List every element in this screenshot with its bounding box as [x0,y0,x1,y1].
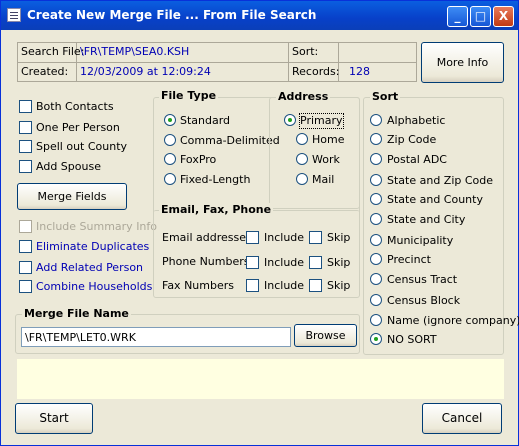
merge-file-title: Merge File Name [22,307,131,320]
sort-census-block-label: Census Block [387,294,461,307]
file-type-fixed-label: Fixed-Length [180,173,251,186]
sort-alphabetic-label: Alphabetic [387,114,446,127]
sort-value [339,43,342,61]
phone-include-label: Include [264,256,305,269]
window-title: Create New Merge File ... From File Sear… [27,8,317,22]
title-bar[interactable]: Create New Merge File ... From File Sear… [1,1,518,30]
combine-households-checkbox[interactable] [19,280,32,293]
sort-census-block-radio[interactable] [370,294,382,306]
sort-municipality-label: Municipality [387,234,454,247]
sort-title: Sort [370,90,401,103]
sort-name-radio[interactable] [370,314,382,326]
sort-precinct-radio[interactable] [370,253,382,265]
created-label: Created: [21,65,69,78]
fax-include-label: Include [264,279,305,292]
email-addresses-label: Email addresses [162,231,252,244]
address-mail-label: Mail [312,173,335,186]
sort-name-label: Name (ignore company) [387,314,519,327]
sort-census-tract-radio[interactable] [370,273,382,285]
email-fax-phone-title: Email, Fax, Phone [159,203,274,216]
fax-numbers-label: Fax Numbers [162,279,234,292]
created-value: 12/03/2009 at 12:09:24 [80,65,211,78]
add-related-person-checkbox[interactable] [19,261,32,274]
sort-state-county-radio[interactable] [370,193,382,205]
merge-fields-button[interactable]: Merge Fields [17,183,127,210]
sort-state-county-label: State and County [387,193,483,206]
address-primary-label: Primary [299,113,344,129]
phone-include-checkbox[interactable] [246,256,259,269]
file-type-foxpro-radio[interactable] [164,153,176,165]
start-button[interactable]: Start [15,403,93,434]
sort-postal-adc-label: Postal ADC [387,153,447,166]
sort-no-sort-radio[interactable] [370,333,382,345]
fax-include-checkbox[interactable] [246,279,259,292]
phone-numbers-label: Phone Numbers [162,255,250,268]
sort-zip-radio[interactable] [370,133,382,145]
spell-out-county-label: Spell out County [36,140,128,153]
address-home-radio[interactable] [296,133,308,145]
sort-state-city-radio[interactable] [370,213,382,225]
combine-households-label: Combine Households [36,280,153,293]
add-related-person-label: Add Related Person [36,261,144,274]
sort-municipality-radio[interactable] [370,234,382,246]
sort-alphabetic-radio[interactable] [370,114,382,126]
address-work-radio[interactable] [296,153,308,165]
file-type-comma-radio[interactable] [164,134,176,146]
maximize-button[interactable]: □ [470,6,491,27]
more-info-button[interactable]: More Info [421,42,504,83]
phone-skip-checkbox[interactable] [309,256,322,269]
both-contacts-label: Both Contacts [36,100,114,113]
browse-button[interactable]: Browse [294,324,357,347]
one-per-person-checkbox[interactable] [19,121,32,134]
file-type-title: File Type [159,89,219,102]
add-spouse-checkbox[interactable] [19,160,32,173]
sort-label: Sort: [292,45,319,58]
sort-precinct-label: Precinct [387,253,431,266]
address-mail-radio[interactable] [296,173,308,185]
sort-census-tract-label: Census Tract [387,273,458,286]
sort-postal-adc-radio[interactable] [370,153,382,165]
dialog-window: Create New Merge File ... From File Sear… [0,0,519,446]
file-type-fixed-radio[interactable] [164,173,176,185]
email-include-label: Include [264,231,305,244]
file-type-standard-label: Standard [180,114,231,127]
address-primary-radio[interactable] [284,114,296,126]
address-work-label: Work [312,153,340,166]
email-skip-checkbox[interactable] [309,231,322,244]
spell-out-county-checkbox[interactable] [19,140,32,153]
one-per-person-label: One Per Person [36,121,120,134]
file-type-comma-label: Comma-Delimited [180,134,280,147]
sort-no-sort-label: NO SORT [387,333,437,346]
records-label: Records: [292,65,340,78]
phone-skip-label: Skip [327,256,351,269]
search-file-info-panel: Search File: \FR\TEMP\SEA0.KSH Sort: Cre… [17,42,417,82]
records-value: 128 [349,65,370,78]
minimize-button[interactable]: _ [447,6,468,27]
status-message-area [17,359,504,399]
close-button[interactable]: X [493,6,514,27]
search-file-label: Search File: [21,45,85,58]
sort-state-zip-radio[interactable] [370,174,382,186]
eliminate-duplicates-label: Eliminate Duplicates [36,240,150,253]
sort-zip-label: Zip Code [387,133,437,146]
address-title: Address [276,90,331,103]
merge-file-input[interactable] [21,327,291,347]
add-spouse-label: Add Spouse [36,160,101,173]
fax-skip-checkbox[interactable] [309,279,322,292]
fax-skip-label: Skip [327,279,351,292]
sort-state-city-label: State and City [387,213,466,226]
address-home-label: Home [312,133,345,146]
email-skip-label: Skip [327,231,351,244]
app-icon [7,8,21,22]
file-type-foxpro-label: FoxPro [180,153,217,166]
search-file-value: \FR\TEMP\SEA0.KSH [80,45,190,58]
include-summary-checkbox [19,220,32,233]
sort-state-zip-label: State and Zip Code [387,174,494,187]
eliminate-duplicates-checkbox[interactable] [19,240,32,253]
cancel-button[interactable]: Cancel [422,403,502,434]
both-contacts-checkbox[interactable] [19,100,32,113]
file-type-standard-radio[interactable] [164,114,176,126]
email-include-checkbox[interactable] [246,231,259,244]
include-summary-label: Include Summary Info [36,220,158,233]
